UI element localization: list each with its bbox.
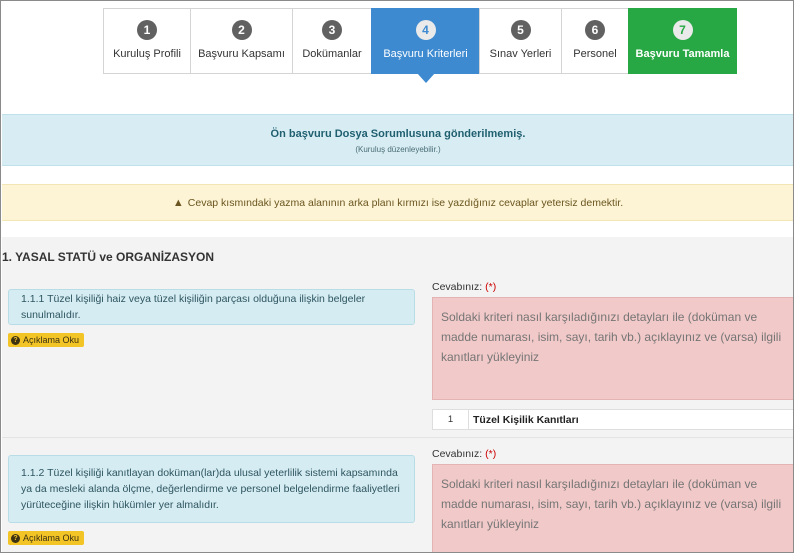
step-label: Başvuru Tamamla <box>635 48 730 60</box>
step-dokumanlar[interactable]: 3 Dokümanlar <box>292 8 371 74</box>
answer-textarea[interactable] <box>432 297 793 400</box>
step-label: Sınav Yerleri <box>489 48 552 60</box>
section-title: 1. YASAL STATÜ ve ORGANİZASYON <box>2 250 215 264</box>
step-number: 7 <box>672 20 693 40</box>
criterion-text-content: 1.1.2 Tüzel kişiliği kanıtlayan doküman(… <box>21 467 400 511</box>
step-kurulus-profili[interactable]: 1 Kuruluş Profili <box>103 8 190 74</box>
step-number: 4 <box>415 20 436 40</box>
step-label: Kuruluş Profili <box>113 48 181 60</box>
step-personel[interactable]: 6 Personel <box>561 8 628 74</box>
step-number: 6 <box>585 20 605 40</box>
answer-label-text: Cevabınız: <box>432 281 483 293</box>
step-basvuru-tamamla[interactable]: 7 Başvuru Tamamla <box>628 8 737 74</box>
step-label: Başvuru Kriterleri <box>383 48 468 60</box>
step-label: Dokümanlar <box>302 48 362 60</box>
question-icon: ? <box>11 335 20 345</box>
step-basvuru-kapsami[interactable]: 2 Başvuru Kapsamı <box>190 8 292 74</box>
criteria-section: 1. YASAL STATÜ ve ORGANİZASYON 1.1.1 Tüz… <box>2 237 793 552</box>
read-explanation-label: Açıklama Oku <box>23 533 80 543</box>
step-label: Personel <box>573 48 617 60</box>
answer-textarea[interactable] <box>432 464 793 552</box>
wizard-steps: 1 Kuruluş Profili 2 Başvuru Kapsamı 3 Do… <box>103 8 737 83</box>
criterion-text: 1.1.2 Tüzel kişiliği kanıtlayan doküman(… <box>8 455 415 523</box>
evidence-name: Tüzel Kişilik Kanıtları <box>473 413 579 426</box>
step-sinav-yerleri[interactable]: 5 Sınav Yerleri <box>479 8 561 74</box>
step-basvuru-kriterleri[interactable]: 4 Başvuru Kriterleri <box>371 8 479 83</box>
required-mark: (*) <box>485 281 497 293</box>
required-mark: (*) <box>485 448 497 460</box>
info-alert: Ön başvuru Dosya Sorumlusuna gönderilmem… <box>2 114 793 166</box>
read-explanation-button[interactable]: ? Açıklama Oku <box>8 531 85 545</box>
step-number: 2 <box>231 20 252 40</box>
warning-alert: ▲ Cevap kısmındaki yazma alanının arka p… <box>2 184 793 221</box>
read-explanation-button[interactable]: ? Açıklama Oku <box>8 333 85 347</box>
info-alert-title: Ön başvuru Dosya Sorumlusuna gönderilmem… <box>270 128 526 140</box>
application-window: 1 Kuruluş Profili 2 Başvuru Kapsamı 3 Do… <box>0 0 794 553</box>
criterion-text: 1.1.1 Tüzel kişiliği haiz veya tüzel kiş… <box>8 289 415 325</box>
answer-label: Cevabınız: (*) <box>432 281 496 293</box>
step-number: 5 <box>510 20 531 40</box>
evidence-index: 1 <box>433 410 469 429</box>
evidence-row[interactable]: 1 Tüzel Kişilik Kanıtları <box>432 409 793 430</box>
divider <box>2 437 793 438</box>
warning-triangle-icon: ▲ <box>172 196 184 209</box>
answer-label-text: Cevabınız: <box>432 448 483 460</box>
criterion-text-content: 1.1.1 Tüzel kişiliği haiz veya tüzel kiş… <box>21 293 366 321</box>
warning-alert-text: Cevap kısmındaki yazma alanının arka pla… <box>187 196 624 209</box>
answer-label: Cevabınız: (*) <box>432 448 496 460</box>
read-explanation-label: Açıklama Oku <box>23 335 80 345</box>
step-label: Başvuru Kapsamı <box>198 48 285 60</box>
step-number: 1 <box>137 20 157 40</box>
question-icon: ? <box>11 533 20 543</box>
step-number: 3 <box>322 20 342 40</box>
info-alert-subtitle: (Kuruluş düzenleyebilir.) <box>355 145 441 154</box>
